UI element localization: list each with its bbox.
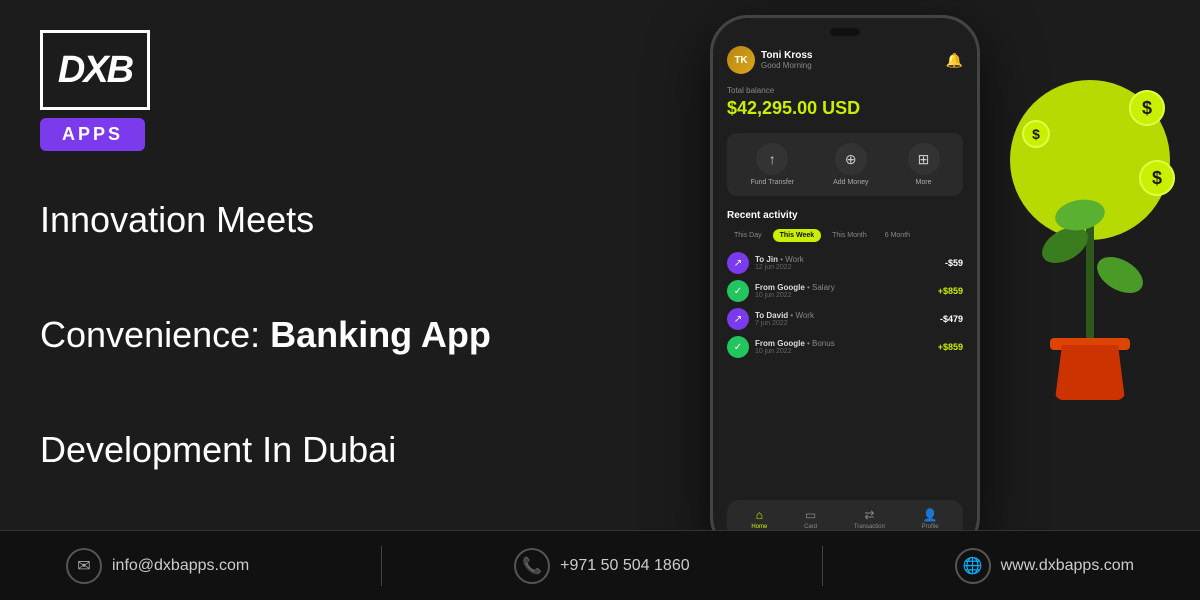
plant-illustration bbox=[1020, 200, 1160, 400]
transaction-name: From Google • Salary bbox=[755, 283, 932, 292]
more-icon: ⊞ bbox=[908, 143, 940, 175]
nav-home[interactable]: ⌂ Home bbox=[751, 508, 767, 530]
footer-divider-2 bbox=[822, 546, 823, 586]
tab-this-day[interactable]: This Day bbox=[727, 229, 769, 242]
more-button[interactable]: ⊞ More bbox=[908, 143, 940, 186]
action-buttons: ↑ Fund Transfer ⊕ Add Money ⊞ More bbox=[727, 133, 963, 196]
home-icon: ⌂ bbox=[756, 508, 763, 522]
add-money-label: Add Money bbox=[833, 179, 868, 186]
activity-tabs: This Day This Week This Month 6 Month bbox=[727, 229, 963, 242]
footer-phone-item: 📞 +971 50 504 1860 bbox=[514, 548, 689, 584]
phone-icon: 📞 bbox=[514, 548, 550, 584]
globe-icon: 🌐 bbox=[955, 548, 991, 584]
table-row: ↗ To David • Work 7 jun 2022 -$479 bbox=[727, 308, 963, 330]
phone-mockup: TK Toni Kross Good Morning 🔔 Total balan… bbox=[710, 15, 980, 555]
footer-website-item: 🌐 www.dxbapps.com bbox=[955, 548, 1134, 584]
recent-activity-title: Recent activity bbox=[727, 210, 963, 221]
transaction-icon: ⇄ bbox=[864, 508, 874, 522]
footer-website: www.dxbapps.com bbox=[1001, 557, 1134, 575]
plant-pot-body bbox=[1055, 345, 1125, 400]
transaction-date: 7 jun 2022 bbox=[755, 320, 934, 327]
card-icon: ▭ bbox=[805, 508, 816, 522]
phone-notch bbox=[830, 28, 860, 36]
transaction-name: To David • Work bbox=[755, 311, 934, 320]
fund-transfer-button[interactable]: ↑ Fund Transfer bbox=[751, 143, 795, 186]
logo-container: DXB APPS bbox=[40, 30, 540, 151]
table-row: ✓ From Google • Bonus 10 jun 2022 +$859 bbox=[727, 336, 963, 358]
plant-leaf-top bbox=[1053, 196, 1107, 234]
left-section: DXB APPS Innovation Meets Convenience: B… bbox=[40, 0, 540, 520]
add-money-icon: ⊕ bbox=[835, 143, 867, 175]
headline: Innovation Meets Convenience: Banking Ap… bbox=[40, 191, 540, 479]
phone-screen: TK Toni Kross Good Morning 🔔 Total balan… bbox=[713, 18, 977, 552]
headline-line3: Development In Dubai bbox=[40, 421, 540, 479]
dollar-icon-3: $ bbox=[1022, 120, 1050, 148]
footer-divider-1 bbox=[381, 546, 382, 586]
nav-profile[interactable]: 👤 Profile bbox=[922, 508, 939, 530]
greeting: Good Morning bbox=[761, 61, 812, 70]
transaction-date: 10 jun 2022 bbox=[755, 348, 932, 355]
transaction-info: To Jin • Work 12 jun 2022 bbox=[755, 255, 939, 271]
transaction-amount: -$59 bbox=[945, 258, 963, 268]
more-label: More bbox=[916, 179, 932, 186]
bell-icon[interactable]: 🔔 bbox=[946, 52, 963, 69]
plant-leaf-right bbox=[1091, 250, 1149, 301]
fund-transfer-label: Fund Transfer bbox=[751, 179, 795, 186]
transaction-info: To David • Work 7 jun 2022 bbox=[755, 311, 934, 327]
add-money-button[interactable]: ⊕ Add Money bbox=[833, 143, 868, 186]
transaction-name: To Jin • Work bbox=[755, 255, 939, 264]
email-icon: ✉ bbox=[66, 548, 102, 584]
footer-phone: +971 50 504 1860 bbox=[560, 557, 689, 575]
transaction-icon: ✓ bbox=[727, 280, 749, 302]
footer-email: info@dxbapps.com bbox=[112, 557, 249, 575]
headline-line1: Innovation Meets bbox=[40, 191, 540, 249]
balance-section: Total balance $42,295.00 USD bbox=[727, 86, 963, 119]
balance-amount: $42,295.00 USD bbox=[727, 98, 963, 119]
transaction-info: From Google • Salary 10 jun 2022 bbox=[755, 283, 932, 299]
decoration: $ $ $ bbox=[980, 60, 1180, 460]
transaction-info: From Google • Bonus 10 jun 2022 bbox=[755, 339, 932, 355]
nav-card[interactable]: ▭ Card bbox=[804, 508, 817, 530]
phone-outer: TK Toni Kross Good Morning 🔔 Total balan… bbox=[710, 15, 980, 555]
transaction-icon: ↗ bbox=[727, 252, 749, 274]
headline-line2: Convenience: Banking App bbox=[40, 306, 540, 364]
dollar-icon-1: $ bbox=[1129, 90, 1165, 126]
transaction-icon: ✓ bbox=[727, 336, 749, 358]
dollar-icon-2: $ bbox=[1139, 160, 1175, 196]
transaction-amount: +$859 bbox=[938, 286, 963, 296]
user-name: Toni Kross bbox=[761, 50, 812, 61]
transaction-date: 12 jun 2022 bbox=[755, 264, 939, 271]
transaction-date: 10 jun 2022 bbox=[755, 292, 932, 299]
transaction-amount: +$859 bbox=[938, 342, 963, 352]
transaction-name: From Google • Bonus bbox=[755, 339, 932, 348]
nav-transaction[interactable]: ⇄ Transaction bbox=[854, 508, 885, 530]
table-row: ↗ To Jin • Work 12 jun 2022 -$59 bbox=[727, 252, 963, 274]
app-header: TK Toni Kross Good Morning 🔔 bbox=[727, 46, 963, 74]
table-row: ✓ From Google • Salary 10 jun 2022 +$859 bbox=[727, 280, 963, 302]
footer: ✉ info@dxbapps.com 📞 +971 50 504 1860 🌐 … bbox=[0, 530, 1200, 600]
transaction-icon: ↗ bbox=[727, 308, 749, 330]
avatar: TK bbox=[727, 46, 755, 74]
tab-6-month[interactable]: 6 Month bbox=[878, 229, 917, 242]
transaction-list: ↗ To Jin • Work 12 jun 2022 -$59 ✓ From … bbox=[727, 252, 963, 358]
logo-text: DXB bbox=[58, 49, 132, 92]
tab-this-week[interactable]: This Week bbox=[773, 229, 822, 242]
fund-transfer-icon: ↑ bbox=[756, 143, 788, 175]
profile-icon: 👤 bbox=[923, 508, 938, 522]
user-info: Toni Kross Good Morning bbox=[761, 50, 812, 70]
transaction-amount: -$479 bbox=[940, 314, 963, 324]
footer-email-item: ✉ info@dxbapps.com bbox=[66, 548, 249, 584]
apps-badge: APPS bbox=[40, 118, 145, 151]
balance-label: Total balance bbox=[727, 86, 963, 95]
logo-box: DXB bbox=[40, 30, 150, 110]
tab-this-month[interactable]: This Month bbox=[825, 229, 874, 242]
